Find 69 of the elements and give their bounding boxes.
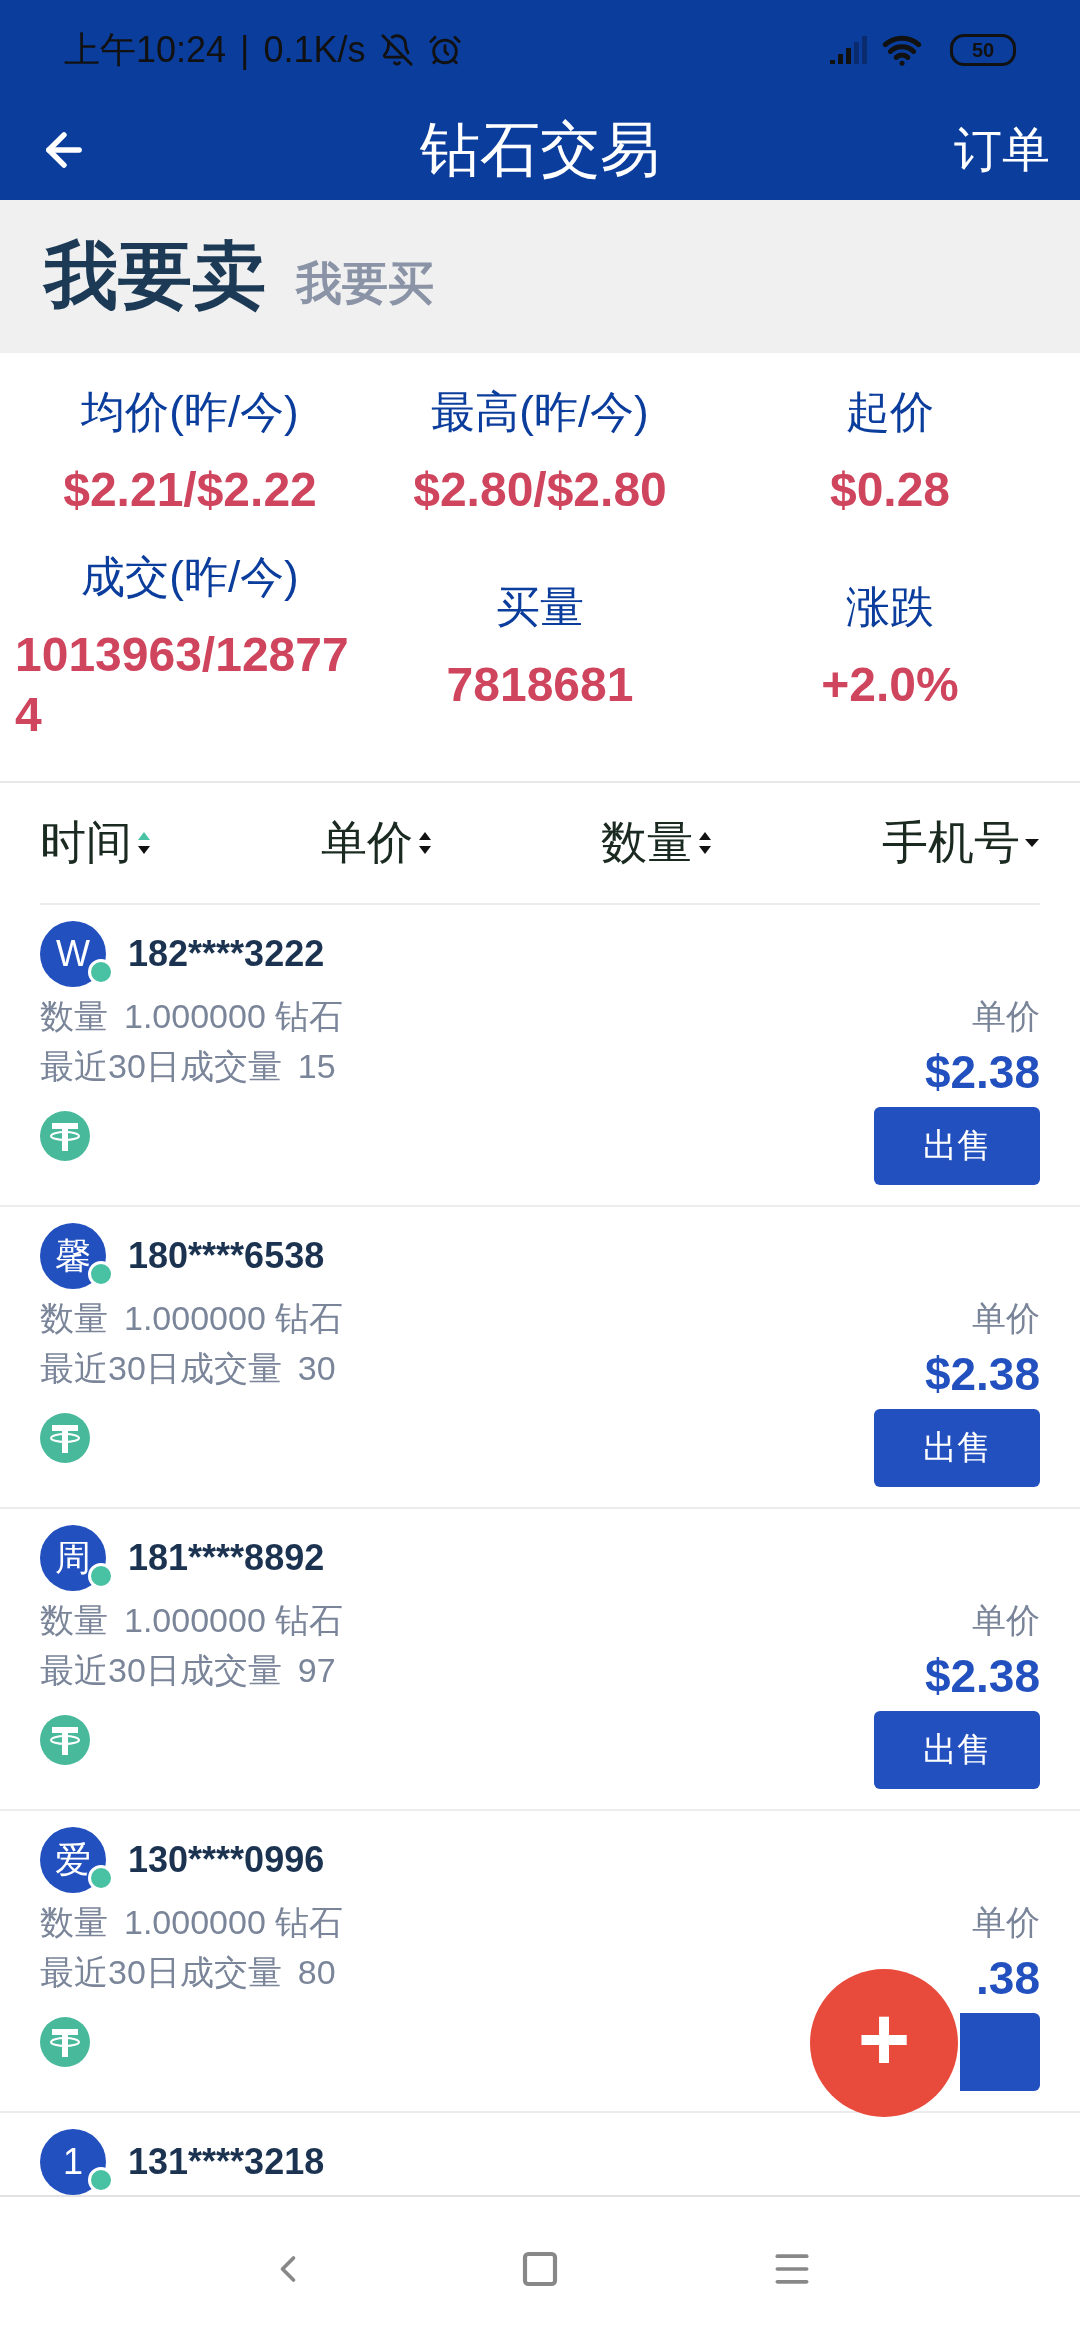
- quantity-label: 数量: [40, 1299, 108, 1337]
- volume-value: 30: [297, 1349, 336, 1387]
- battery-level: 50: [950, 34, 1016, 66]
- sort-column-button[interactable]: 数量: [601, 812, 714, 874]
- stat-value: +2.0%: [821, 657, 959, 713]
- stat-label: 起价: [846, 386, 934, 438]
- unit-price: $2.38: [924, 1045, 1040, 1100]
- quantity-value: 1.000000 钻石: [124, 1601, 344, 1639]
- price-label: 单价: [972, 996, 1040, 1037]
- network-speed: 0.1K/s: [263, 29, 366, 71]
- sell-button[interactable]: 出售: [874, 1409, 1040, 1487]
- stat-label: 成交(昨/今): [81, 551, 299, 603]
- volume-label: 最近30日成交量: [40, 1047, 282, 1085]
- avatar: W: [40, 921, 106, 987]
- avatar: 1: [40, 2129, 106, 2195]
- avatar: 爱: [40, 1827, 106, 1893]
- price-label: 单价: [972, 1298, 1040, 1339]
- unit-price: .38: [976, 1951, 1040, 2006]
- seller-phone: 180****6538: [128, 1235, 325, 1277]
- quantity-label: 数量: [40, 997, 108, 1035]
- status-time: 上午10:24: [64, 27, 227, 72]
- signal-icon: [830, 36, 868, 64]
- stat-value: 7818681: [446, 657, 634, 713]
- seller-phone: 181****8892: [128, 1537, 325, 1579]
- stat-value: $2.21/$2.22: [63, 462, 317, 518]
- stat-value: $2.80/$2.80: [413, 462, 667, 518]
- volume-label: 最近30日成交量: [40, 1651, 282, 1689]
- seller-phone: 131****3218: [128, 2141, 325, 2183]
- tether-coin-icon: [40, 2017, 90, 2067]
- sell-button[interactable]: 出售: [874, 1711, 1040, 1789]
- seller-phone: 182****3222: [128, 933, 325, 975]
- bell-off-icon: [379, 33, 414, 67]
- quantity-label: 数量: [40, 1903, 108, 1941]
- volume-value: 97: [297, 1651, 336, 1689]
- stat-label: 最高(昨/今): [431, 386, 649, 438]
- page-title: 钻石交易: [420, 114, 660, 185]
- sort-column-button[interactable]: 单价: [320, 812, 433, 874]
- volume-label: 最近30日成交量: [40, 1349, 282, 1387]
- unit-price: $2.38: [924, 1649, 1040, 1704]
- quantity-value: 1.000000 钻石: [124, 1299, 344, 1337]
- sort-column-button[interactable]: 时间: [40, 812, 152, 874]
- price-label: 单价: [972, 1600, 1040, 1641]
- quantity-value: 1.000000 钻石: [124, 1903, 344, 1941]
- volume-value: 15: [297, 1047, 336, 1085]
- price-label: 单价: [972, 1902, 1040, 1943]
- unit-price: $2.38: [924, 1347, 1040, 1402]
- tether-coin-icon: [40, 1111, 90, 1161]
- avatar: 周: [40, 1525, 106, 1591]
- quantity-value: 1.000000 钻石: [124, 997, 344, 1035]
- tether-coin-icon: [40, 1413, 90, 1463]
- tether-coin-icon: [40, 1715, 90, 1765]
- stat-label: 买量: [496, 581, 584, 633]
- orders-link[interactable]: 订单: [954, 118, 1050, 182]
- stat-label: 均价(昨/今): [81, 386, 299, 438]
- sell-button[interactable]: 出售: [874, 1107, 1040, 1185]
- avatar: 馨: [40, 1223, 106, 1289]
- volume-value: 80: [297, 1953, 336, 1991]
- status-separator: |: [240, 29, 250, 71]
- stat-label: 涨跌: [846, 581, 934, 633]
- volume-label: 最近30日成交量: [40, 1953, 282, 1991]
- caret-down-icon: [1023, 838, 1040, 848]
- sort-column-button[interactable]: 手机号: [881, 812, 1040, 874]
- alarm-clock-icon: [427, 33, 462, 67]
- seller-phone: 130****0996: [128, 1839, 325, 1881]
- stat-value: $0.28: [829, 462, 951, 518]
- add-button[interactable]: +: [810, 1969, 958, 2117]
- quantity-label: 数量: [40, 1601, 108, 1639]
- mode-tab[interactable]: 我要卖: [44, 226, 266, 327]
- stat-value: 1013963/128774: [15, 627, 350, 743]
